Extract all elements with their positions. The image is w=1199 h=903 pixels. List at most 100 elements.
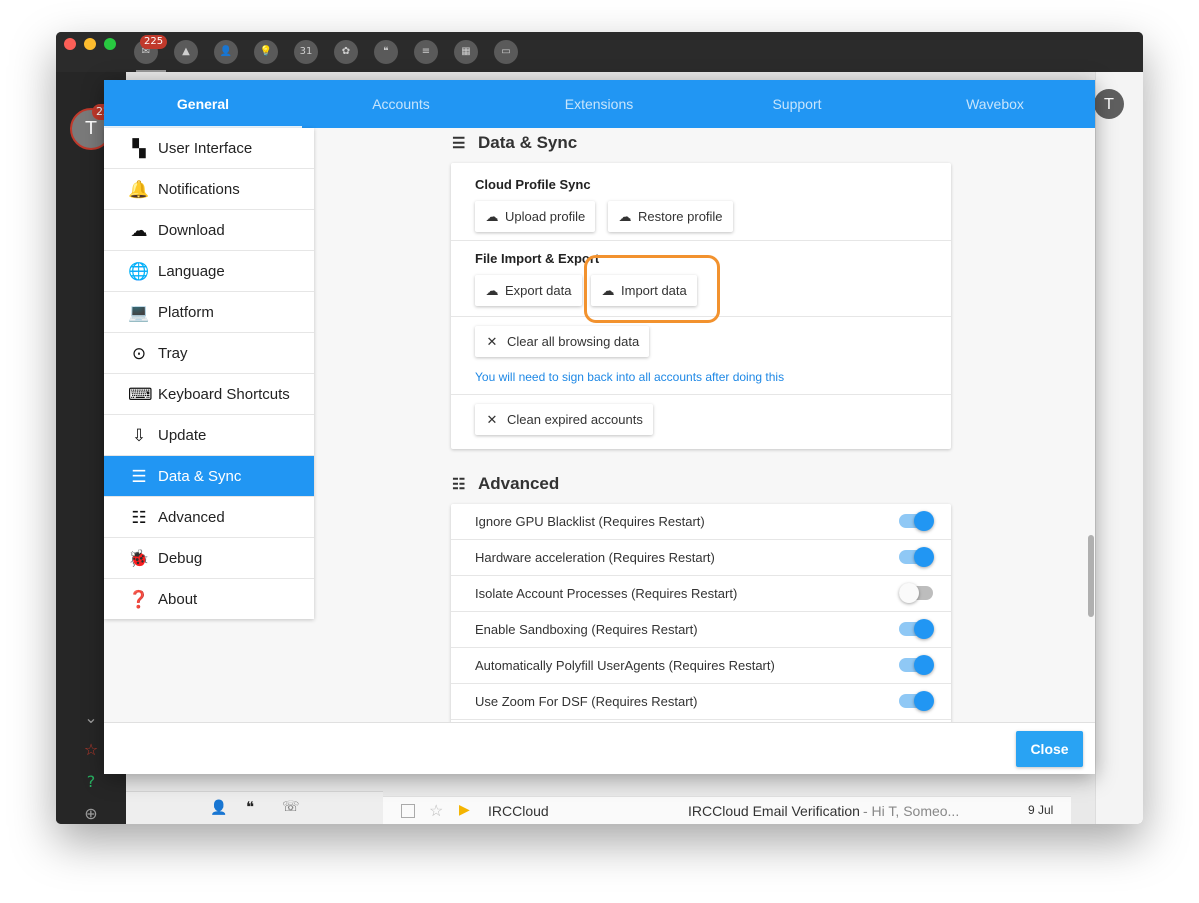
- toggle-knob: [899, 583, 919, 603]
- slides-icon[interactable]: ▭: [494, 40, 518, 64]
- file-import-export-heading: File Import & Export: [475, 251, 600, 266]
- bug-icon: 🐞: [128, 549, 150, 568]
- setting-label: Enable Sandboxing (Requires Restart): [475, 622, 698, 637]
- close-button[interactable]: Close: [1016, 731, 1083, 767]
- background-right-rail: [1095, 72, 1143, 824]
- photos-icon[interactable]: ✿: [334, 40, 358, 64]
- nav-item-data-sync[interactable]: ☰ Data & Sync: [104, 456, 314, 497]
- radio-button-icon: ⊙: [131, 344, 147, 363]
- dialog-footer: [104, 722, 1095, 774]
- tune-icon: ☷: [452, 476, 466, 493]
- settings-content: ☰ Data & Sync Cloud Profile Sync ☁ Upload …: [314, 128, 1095, 722]
- calendar-icon[interactable]: 31: [294, 40, 318, 64]
- sheets-icon[interactable]: ▦: [454, 40, 478, 64]
- checkbox[interactable]: [401, 804, 415, 818]
- cloud-download-icon: ☁: [130, 221, 148, 240]
- nav-item-label: Debug: [158, 550, 203, 567]
- close-window-button[interactable]: [64, 38, 76, 50]
- section-advanced: ☷ Advanced: [452, 474, 559, 494]
- tab-wavebox[interactable]: Wavebox: [896, 80, 1094, 128]
- drive-icon[interactable]: ▲: [174, 40, 198, 64]
- background-chat-toolbar: 👤 ❝ ☏: [126, 791, 383, 824]
- nav-item-user-interface[interactable]: ▚ User Interface: [104, 128, 314, 169]
- advanced-card: Ignore GPU Blacklist (Requires Restart) …: [451, 504, 951, 722]
- nav-item-label: Download: [158, 222, 225, 239]
- screenshot-stage: ✉ 225 ▲ 👤 💡 31 ✿ ❝ ≡ ▦ ▭ T 225 ⌄ ☆ ? ⊕ ⚙…: [0, 0, 1199, 903]
- tab-support[interactable]: Support: [698, 80, 896, 128]
- hangouts-chat-icon[interactable]: ❝: [246, 798, 254, 816]
- nav-item-advanced[interactable]: ☷ Advanced: [104, 497, 314, 538]
- toggle-switch[interactable]: [899, 547, 934, 567]
- tab-extensions[interactable]: Extensions: [500, 80, 698, 128]
- toggle-knob: [914, 691, 934, 711]
- nav-item-debug[interactable]: 🐞 Debug: [104, 538, 314, 579]
- person-icon[interactable]: 👤: [210, 800, 227, 816]
- nav-item-label: Advanced: [158, 509, 225, 526]
- importance-marker-icon: ▶: [459, 801, 470, 817]
- hangouts-icon[interactable]: ❝: [374, 40, 398, 64]
- add-account-icon[interactable]: ⊕: [81, 804, 101, 824]
- nav-item-label: Keyboard Shortcuts: [158, 386, 290, 403]
- toggle-switch[interactable]: [899, 583, 933, 603]
- settings-nav: ▚ User Interface 🔔 Notifications ☁ Downl…: [104, 128, 314, 619]
- setting-row: Automatically Polyfill UserAgents (Requi…: [451, 648, 951, 684]
- star-icon[interactable]: ☆: [429, 801, 443, 821]
- bell-icon: 🔔: [128, 180, 150, 199]
- settings-dialog: General Accounts Extensions Support Wave…: [104, 80, 1095, 774]
- nav-item-about[interactable]: ❓ About: [104, 579, 314, 620]
- cloud-upload-icon: ☁: [485, 209, 499, 224]
- email-sender: IRCCloud: [488, 803, 549, 819]
- nav-item-language[interactable]: 🌐 Language: [104, 251, 314, 292]
- email-snippet: - Hi T, Someo...: [863, 803, 960, 819]
- phone-download-icon: ⇩: [131, 426, 147, 445]
- restore-profile-button[interactable]: ☁ Restore profile: [608, 201, 733, 232]
- help-circle-icon[interactable]: ?: [81, 772, 101, 792]
- nav-item-label: Notifications: [158, 181, 240, 198]
- keep-icon[interactable]: 💡: [254, 40, 278, 64]
- dashboard-icon: ▚: [132, 139, 146, 158]
- cloud-download-icon: ☁: [485, 283, 499, 298]
- title-bar: ✉ 225 ▲ 👤 💡 31 ✿ ❝ ≡ ▦ ▭: [56, 32, 1143, 72]
- nav-item-platform[interactable]: 💻 Platform: [104, 292, 314, 333]
- star-icon[interactable]: ☆: [81, 740, 101, 760]
- email-date: 9 Jul: [1028, 803, 1054, 817]
- toggle-switch[interactable]: [899, 511, 934, 531]
- laptop-icon: 💻: [128, 303, 150, 322]
- clear-browsing-data-button[interactable]: ✕ Clear all browsing data: [475, 326, 650, 357]
- tab-general[interactable]: General: [104, 80, 302, 128]
- toggle-switch[interactable]: [899, 655, 934, 675]
- setting-row: Isolate Account Processes (Requires Rest…: [451, 576, 951, 612]
- upload-profile-button[interactable]: ☁ Upload profile: [475, 201, 596, 232]
- close-icon: ✕: [486, 412, 498, 427]
- clear-browsing-section: ✕ Clear all browsing data You will need t…: [451, 317, 951, 395]
- clean-expired-accounts-button[interactable]: ✕ Clean expired accounts: [475, 404, 653, 435]
- setting-row: Hardware acceleration (Requires Restart): [451, 540, 951, 576]
- setting-row: Use Zoom For DSF (Requires Restart): [451, 684, 951, 720]
- nav-item-download[interactable]: ☁ Download: [104, 210, 314, 251]
- toggle-switch[interactable]: [899, 691, 934, 711]
- phone-icon[interactable]: ☏: [282, 799, 300, 815]
- setting-row: Enable Sandboxing (Requires Restart): [451, 612, 951, 648]
- nav-item-notifications[interactable]: 🔔 Notifications: [104, 169, 314, 210]
- minimize-window-button[interactable]: [84, 38, 96, 50]
- background-avatar[interactable]: T: [1094, 89, 1124, 119]
- button-label: Restore profile: [638, 209, 723, 224]
- globe-icon: 🌐: [128, 262, 150, 281]
- tab-accounts[interactable]: Accounts: [302, 80, 500, 128]
- nav-item-keyboard-shortcuts[interactable]: ⌨ Keyboard Shortcuts: [104, 374, 314, 415]
- nav-item-update[interactable]: ⇩ Update: [104, 415, 314, 456]
- docs-icon[interactable]: ≡: [414, 40, 438, 64]
- nav-item-tray[interactable]: ⊙ Tray: [104, 333, 314, 374]
- email-subject: IRCCloud Email Verification: [688, 803, 860, 819]
- content-scrollbar[interactable]: [1088, 535, 1094, 617]
- setting-label: Automatically Polyfill UserAgents (Requi…: [475, 658, 775, 673]
- contacts-icon[interactable]: 👤: [214, 40, 238, 64]
- storage-icon: ☰: [452, 135, 466, 152]
- toggle-switch[interactable]: [899, 619, 934, 639]
- chevron-down-icon[interactable]: ⌄: [81, 708, 101, 728]
- zoom-window-button[interactable]: [104, 38, 116, 50]
- export-data-button[interactable]: ☁ Export data: [475, 275, 582, 306]
- nav-item-label: About: [158, 591, 198, 608]
- background-email-row[interactable]: ☆ ▶ IRCCloud IRCCloud Email Verification…: [383, 796, 1071, 824]
- nav-item-label: Data & Sync: [158, 468, 242, 485]
